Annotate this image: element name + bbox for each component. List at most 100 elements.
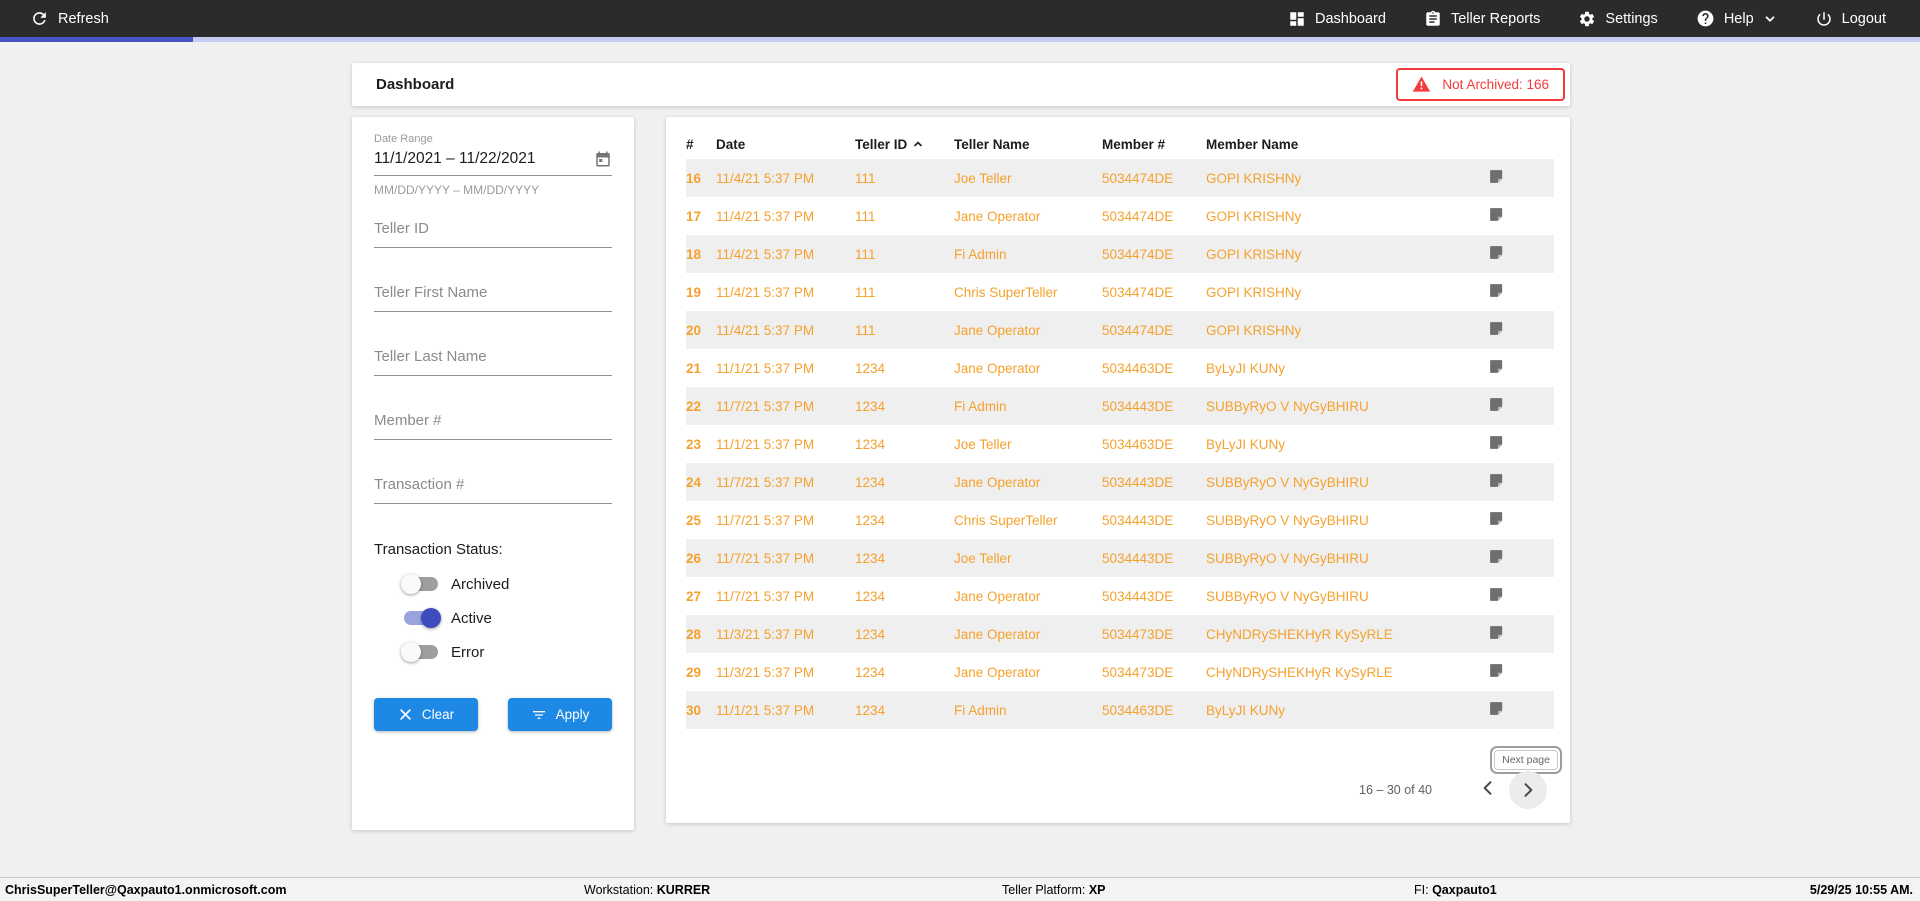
note-cell bbox=[1470, 691, 1554, 729]
table-row[interactable]: 21 11/1/21 5:37 PM 1234 Jane Operator 503446… bbox=[686, 349, 1554, 387]
teller-id-input[interactable] bbox=[374, 214, 612, 248]
cell-member-name: GOPI KRISHNy bbox=[1206, 208, 1302, 224]
cell-teller-name: Joe Teller bbox=[954, 170, 1012, 186]
table-row[interactable]: 27 11/7/21 5:37 PM 1234 Jane Operator 503444… bbox=[686, 577, 1554, 615]
table-row[interactable]: 26 11/7/21 5:37 PM 1234 Joe Teller 5034443DE… bbox=[686, 539, 1554, 577]
previous-page-button[interactable] bbox=[1478, 778, 1498, 801]
col-header-date[interactable]: Date bbox=[716, 129, 855, 159]
col-header-member-name[interactable]: Member Name bbox=[1206, 129, 1470, 159]
table-row[interactable]: 30 11/1/21 5:37 PM 1234 Fi Admin 5034463DE By… bbox=[686, 691, 1554, 729]
note-icon[interactable] bbox=[1488, 244, 1505, 261]
nav-right-group: Dashboard Teller Reports Settings Help L… bbox=[1288, 9, 1886, 28]
cell-date: 11/4/21 5:37 PM bbox=[716, 170, 815, 186]
note-icon[interactable] bbox=[1488, 358, 1505, 375]
cell-num: 20 bbox=[686, 322, 702, 338]
table-row[interactable]: 16 11/4/21 5:37 PM 111 Joe Teller 5034474DE G… bbox=[686, 159, 1554, 197]
workstation-info: Workstation: KURRER bbox=[584, 883, 710, 897]
nav-item-help[interactable]: Help bbox=[1696, 9, 1777, 28]
cell-teller-id: 1234 bbox=[855, 436, 886, 452]
teller-last-name-field-wrap bbox=[374, 342, 612, 376]
note-cell bbox=[1470, 349, 1554, 387]
clear-button[interactable]: Clear bbox=[374, 698, 478, 731]
table-row[interactable]: 22 11/7/21 5:37 PM 1234 Fi Admin 5034443DE SU… bbox=[686, 387, 1554, 425]
date-range-value: 11/1/2021 – 11/22/2021 bbox=[374, 150, 536, 167]
cell-teller-id: 1234 bbox=[855, 474, 886, 490]
table-row[interactable]: 24 11/7/21 5:37 PM 1234 Jane Operator 503444… bbox=[686, 463, 1554, 501]
table-row[interactable]: 23 11/1/21 5:37 PM 1234 Joe Teller 5034463DE… bbox=[686, 425, 1554, 463]
cell-date: 11/7/21 5:37 PM bbox=[716, 588, 815, 604]
note-icon[interactable] bbox=[1488, 206, 1505, 223]
table-row[interactable]: 25 11/7/21 5:37 PM 1234 Chris SuperTeller 50… bbox=[686, 501, 1554, 539]
apply-button[interactable]: Apply bbox=[508, 698, 612, 731]
note-cell bbox=[1470, 235, 1554, 273]
transaction-status-label: Transaction Status: bbox=[374, 541, 503, 558]
cell-num: 25 bbox=[686, 512, 702, 528]
nav-label-logout: Logout bbox=[1841, 10, 1886, 27]
col-header-member-num[interactable]: Member # bbox=[1102, 129, 1206, 159]
cell-member-num: 5034474DE bbox=[1102, 170, 1174, 186]
table-row[interactable]: 28 11/3/21 5:37 PM 1234 Jane Operator 503447… bbox=[686, 615, 1554, 653]
toggle-label: Error bbox=[451, 643, 485, 661]
nav-item-dashboard[interactable]: Dashboard bbox=[1288, 10, 1386, 28]
clipboard-icon bbox=[1424, 10, 1442, 28]
pagination-range: 16 – 30 of 40 bbox=[1359, 783, 1432, 797]
next-page-button[interactable] bbox=[1509, 771, 1547, 809]
table-row[interactable]: 29 11/3/21 5:37 PM 1234 Jane Operator 503447… bbox=[686, 653, 1554, 691]
chevron-down-icon bbox=[1763, 12, 1777, 26]
workstation-value: KURRER bbox=[656, 882, 711, 897]
note-icon[interactable] bbox=[1488, 282, 1505, 299]
cell-member-num: 5034474DE bbox=[1102, 322, 1174, 338]
teller-platform-info: Teller Platform: XP bbox=[1002, 883, 1106, 897]
transaction-number-input[interactable] bbox=[374, 470, 612, 504]
table-row[interactable]: 19 11/4/21 5:37 PM 111 Chris SuperTeller 503… bbox=[686, 273, 1554, 311]
toggle-switch-error[interactable] bbox=[401, 642, 438, 662]
note-icon[interactable] bbox=[1488, 320, 1505, 337]
results-table: # Date Teller ID Teller Name Member # Me… bbox=[686, 129, 1554, 729]
note-icon[interactable] bbox=[1488, 586, 1505, 603]
cell-member-num: 5034443DE bbox=[1102, 588, 1174, 604]
table-row[interactable]: 20 11/4/21 5:37 PM 111 Jane Operator 5034474… bbox=[686, 311, 1554, 349]
toggle-switch-active[interactable] bbox=[404, 608, 441, 628]
col-header-teller-name[interactable]: Teller Name bbox=[954, 129, 1102, 159]
note-icon[interactable] bbox=[1488, 548, 1505, 565]
note-icon[interactable] bbox=[1488, 662, 1505, 679]
nav-item-logout[interactable]: Logout bbox=[1815, 10, 1886, 28]
table-header-row: # Date Teller ID Teller Name Member # Me… bbox=[686, 129, 1554, 159]
note-cell bbox=[1470, 615, 1554, 653]
date-range-field[interactable]: 11/1/2021 – 11/22/2021 bbox=[374, 150, 612, 176]
nav-item-teller-reports[interactable]: Teller Reports bbox=[1424, 10, 1540, 28]
table-row[interactable]: 17 11/4/21 5:37 PM 111 Jane Operator 5034474… bbox=[686, 197, 1554, 235]
member-number-input[interactable] bbox=[374, 406, 612, 440]
cell-teller-id: 1234 bbox=[855, 702, 886, 718]
toggle-switch-archived[interactable] bbox=[401, 574, 438, 594]
cell-member-name: GOPI KRISHNy bbox=[1206, 322, 1302, 338]
refresh-button[interactable]: Refresh bbox=[30, 9, 109, 28]
chevron-left-icon bbox=[1478, 778, 1498, 798]
cell-num: 27 bbox=[686, 588, 702, 604]
table-row[interactable]: 18 11/4/21 5:37 PM 111 Fi Admin 5034474DE GOP… bbox=[686, 235, 1554, 273]
teller-first-name-field-wrap bbox=[374, 278, 612, 312]
note-icon[interactable] bbox=[1488, 510, 1505, 527]
note-icon[interactable] bbox=[1488, 168, 1505, 185]
cell-teller-id: 111 bbox=[855, 322, 876, 338]
teller-last-name-input[interactable] bbox=[374, 342, 612, 376]
note-icon[interactable] bbox=[1488, 472, 1505, 489]
nav-item-settings[interactable]: Settings bbox=[1578, 10, 1658, 28]
teller-first-name-input[interactable] bbox=[374, 278, 612, 312]
progress-bar-fill bbox=[0, 37, 193, 42]
note-icon[interactable] bbox=[1488, 700, 1505, 717]
col-header-teller-id-label: Teller ID bbox=[855, 136, 908, 152]
toggle-error: Error bbox=[401, 635, 612, 669]
cell-member-num: 5034473DE bbox=[1102, 626, 1174, 642]
status-bar: ChrisSuperTeller@Qaxpauto1.onmicrosoft.c… bbox=[0, 877, 1920, 901]
cell-member-num: 5034463DE bbox=[1102, 702, 1174, 718]
nav-label-settings: Settings bbox=[1605, 10, 1658, 27]
calendar-icon[interactable] bbox=[594, 150, 612, 168]
note-icon[interactable] bbox=[1488, 624, 1505, 641]
next-page-tooltip: Next page bbox=[1490, 746, 1562, 774]
col-header-teller-id[interactable]: Teller ID bbox=[855, 129, 954, 159]
refresh-label: Refresh bbox=[58, 10, 109, 27]
note-icon[interactable] bbox=[1488, 434, 1505, 451]
note-icon[interactable] bbox=[1488, 396, 1505, 413]
clear-button-label: Clear bbox=[421, 707, 455, 722]
